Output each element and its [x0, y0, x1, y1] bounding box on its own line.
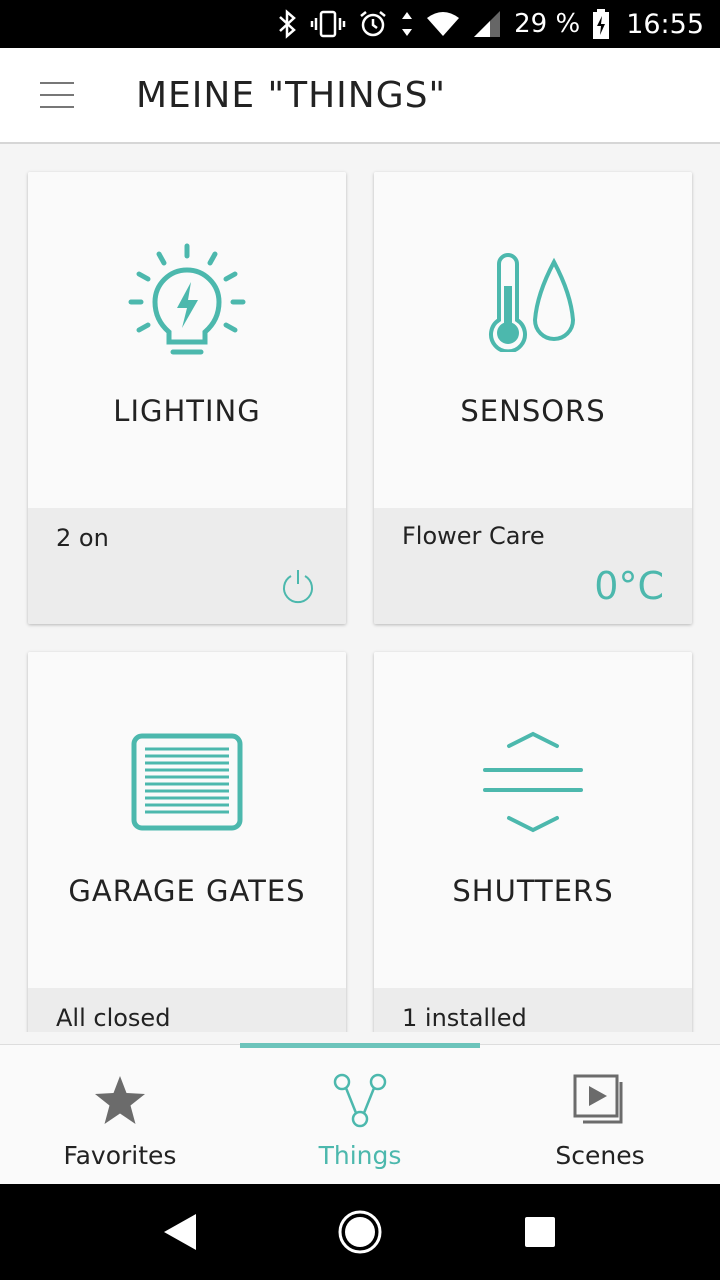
app-bar: MEINE "THINGS"	[0, 48, 720, 144]
clock: 16:55	[626, 8, 704, 40]
thermometer-drop-icon	[374, 242, 692, 362]
battery-percent: 29 %	[514, 9, 581, 39]
star-icon	[93, 1073, 147, 1129]
card-title: SENSORS	[460, 394, 606, 428]
nav-things[interactable]: Things	[240, 1043, 480, 1185]
home-icon[interactable]	[330, 1202, 390, 1262]
signal-icon	[472, 0, 502, 48]
data-arrows-icon	[400, 0, 414, 48]
nav-label: Scenes	[555, 1141, 645, 1170]
sensor-value: 0°C	[594, 564, 664, 608]
card-sensors[interactable]: SENSORS Flower Care 0°C	[374, 172, 692, 624]
system-navigation-bar	[0, 1184, 720, 1280]
active-tab-indicator	[240, 1043, 480, 1048]
nav-favorites[interactable]: Favorites	[0, 1045, 240, 1185]
things-graph-icon	[333, 1073, 387, 1129]
nav-label: Things	[318, 1141, 402, 1170]
vibrate-icon	[310, 0, 346, 48]
bottom-navigation: Favorites Things Scenes	[0, 1043, 720, 1185]
card-subtitle: Flower Care	[402, 522, 545, 550]
card-lighting[interactable]: LIGHTING 2 on	[28, 172, 346, 624]
shutters-icon	[374, 722, 692, 842]
nav-scenes[interactable]: Scenes	[480, 1045, 720, 1185]
scenes-play-icon	[573, 1073, 627, 1129]
status-bar: 29 % 16:55	[0, 0, 720, 48]
card-title: GARAGE GATES	[68, 874, 306, 908]
card-shutters[interactable]: SHUTTERS 1 installed	[374, 652, 692, 1032]
hamburger-menu-icon[interactable]	[40, 65, 110, 125]
card-title: LIGHTING	[113, 394, 261, 428]
recents-icon[interactable]	[510, 1202, 570, 1262]
nav-label: Favorites	[63, 1141, 177, 1170]
bluetooth-icon	[276, 0, 298, 48]
card-subtitle: All closed	[56, 1004, 171, 1032]
garage-gate-icon	[28, 722, 346, 842]
card-subtitle: 2 on	[56, 524, 109, 552]
page-title: MEINE "THINGS"	[136, 74, 447, 116]
battery-charging-icon	[592, 0, 610, 48]
wifi-icon	[426, 0, 460, 48]
back-icon[interactable]	[150, 1202, 210, 1262]
alarm-icon	[358, 0, 388, 48]
card-garage-gates[interactable]: GARAGE GATES All closed	[28, 652, 346, 1032]
card-title: SHUTTERS	[452, 874, 614, 908]
lightbulb-icon	[28, 242, 346, 362]
power-icon[interactable]	[280, 568, 316, 604]
things-grid: LIGHTING 2 on SENSORS Flower Care 0°C GA…	[0, 146, 720, 1032]
card-subtitle: 1 installed	[402, 1004, 527, 1032]
